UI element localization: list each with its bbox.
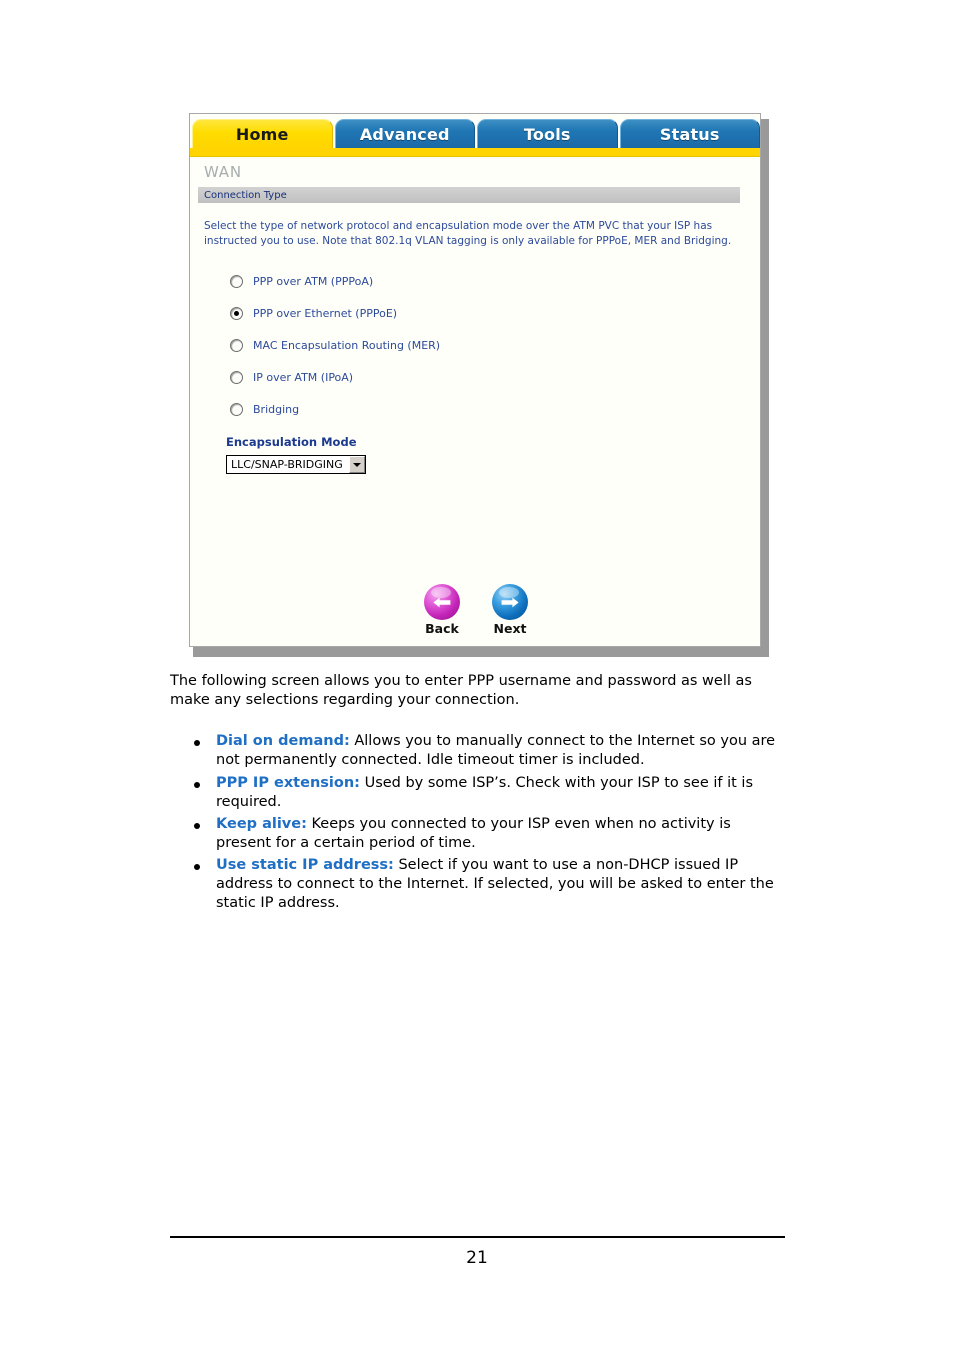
footer-divider: [170, 1236, 785, 1238]
tab-tools[interactable]: Tools: [477, 119, 618, 148]
radio-button-icon[interactable]: [230, 338, 243, 352]
list-item: PPP IP extension: Used by some ISP’s. Ch…: [194, 774, 785, 812]
list-item: Keep alive: Keeps you connected to your …: [194, 815, 785, 853]
radio-option-pppoa[interactable]: PPP over ATM (PPPoA): [230, 271, 742, 291]
arrow-right-icon: [492, 584, 528, 620]
tab-status-label: Status: [659, 124, 720, 144]
radio-option-pppoa-label: PPP over ATM (PPPoA): [253, 274, 374, 288]
chevron-down-icon[interactable]: [348, 456, 365, 474]
radio-option-mer-label: MAC Encapsulation Routing (MER): [253, 338, 441, 352]
tab-home[interactable]: Home: [192, 119, 333, 148]
page-heading: WAN: [190, 157, 760, 187]
bullet-term: PPP IP extension:: [216, 774, 360, 791]
radio-option-ipoa-label: IP over ATM (IPoA): [253, 370, 354, 384]
radio-option-bridging[interactable]: Bridging: [230, 399, 742, 419]
back-button-label: Back: [425, 621, 459, 636]
encapsulation-mode-label: Encapsulation Mode: [226, 435, 357, 450]
arrow-left-icon: [424, 584, 460, 620]
tab-advanced-label: Advanced: [359, 124, 450, 144]
radio-option-pppoe-label: PPP over Ethernet (PPPoE): [253, 306, 398, 320]
document-body: The following screen allows you to enter…: [170, 672, 785, 916]
bullet-term: Dial on demand:: [216, 733, 350, 750]
tab-status[interactable]: Status: [619, 119, 760, 148]
page-title: WAN: [204, 163, 242, 181]
tab-bar: Home Advanced Tools Status: [190, 114, 760, 148]
section-header-connection-type: Connection Type: [198, 187, 740, 203]
page-number: 21: [466, 1248, 488, 1268]
wizard-navigation: Back Next: [190, 584, 760, 636]
section-title-label: Connection Type: [204, 189, 287, 201]
next-button-label: Next: [493, 621, 527, 636]
radio-option-pppoe[interactable]: PPP over Ethernet (PPPoE): [230, 303, 742, 323]
router-panel: Home Advanced Tools Status WAN Connectio…: [189, 113, 761, 647]
radio-button-icon[interactable]: [230, 402, 243, 416]
connection-type-form: Select the type of network protocol and …: [190, 203, 760, 475]
instruction-text: Select the type of network protocol and …: [204, 220, 732, 248]
encapsulation-mode-select[interactable]: LLC/SNAP-BRIDGING: [226, 455, 366, 475]
intro-paragraph: The following screen allows you to enter…: [170, 673, 752, 709]
tab-home-label: Home: [235, 124, 289, 144]
radio-option-bridging-label: Bridging: [253, 402, 300, 416]
radio-button-icon[interactable]: [230, 274, 243, 288]
next-button[interactable]: Next: [484, 584, 536, 636]
feature-bullet-list: Dial on demand: Allows you to manually c…: [170, 732, 785, 913]
radio-option-mer[interactable]: MAC Encapsulation Routing (MER): [230, 335, 742, 355]
connection-type-radio-group: PPP over ATM (PPPoA) PPP over Ethernet (…: [230, 271, 742, 419]
tab-tools-label: Tools: [523, 124, 571, 144]
router-config-screenshot: Home Advanced Tools Status WAN Connectio…: [189, 113, 769, 657]
bullet-term: Use static IP address:: [216, 857, 394, 873]
back-button[interactable]: Back: [416, 584, 468, 636]
encapsulation-mode-value: LLC/SNAP-BRIDGING: [231, 458, 343, 472]
radio-button-selected-icon[interactable]: [230, 306, 243, 320]
list-item: Use static IP address: Select if you wan…: [194, 856, 785, 913]
bullet-term: Keep alive:: [216, 815, 307, 832]
radio-button-icon[interactable]: [230, 370, 243, 384]
list-item: Dial on demand: Allows you to manually c…: [194, 732, 785, 770]
tab-underline-bar: [190, 148, 760, 157]
radio-option-ipoa[interactable]: IP over ATM (IPoA): [230, 367, 742, 387]
tab-advanced[interactable]: Advanced: [334, 119, 475, 148]
encapsulation-mode-field: Encapsulation Mode LLC/SNAP-BRIDGING: [226, 435, 742, 475]
